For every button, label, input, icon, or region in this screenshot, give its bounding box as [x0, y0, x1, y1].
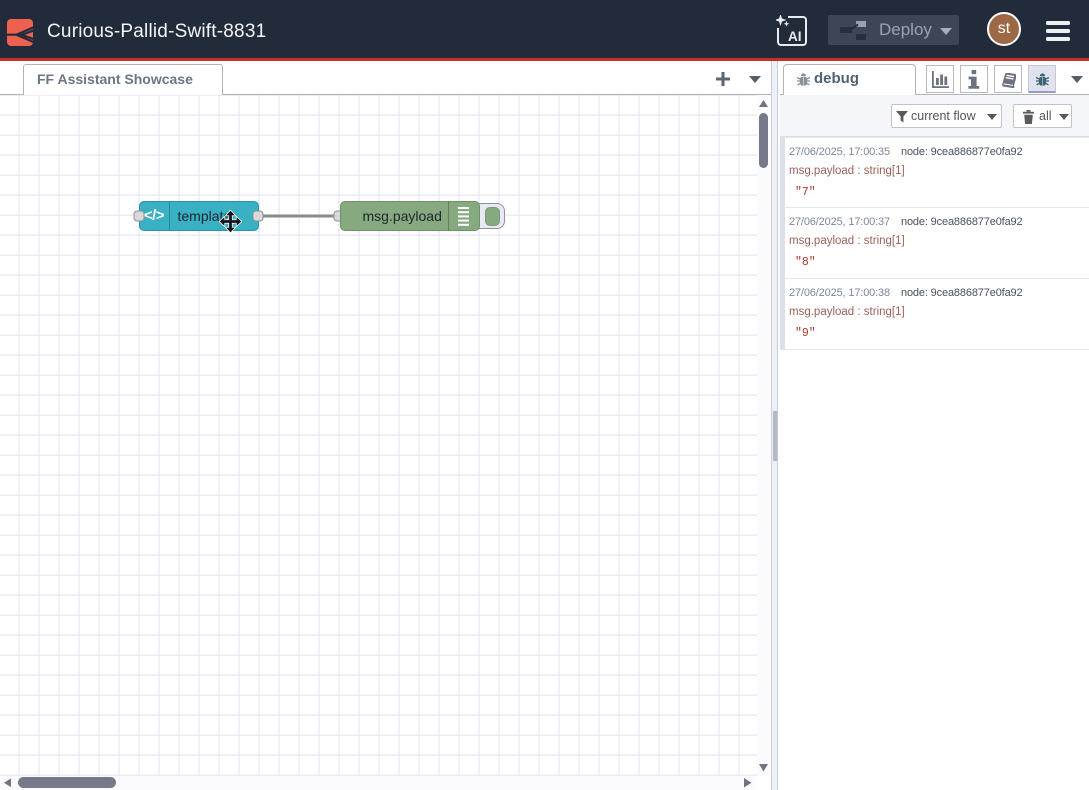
svg-text:AI: AI	[788, 29, 802, 44]
